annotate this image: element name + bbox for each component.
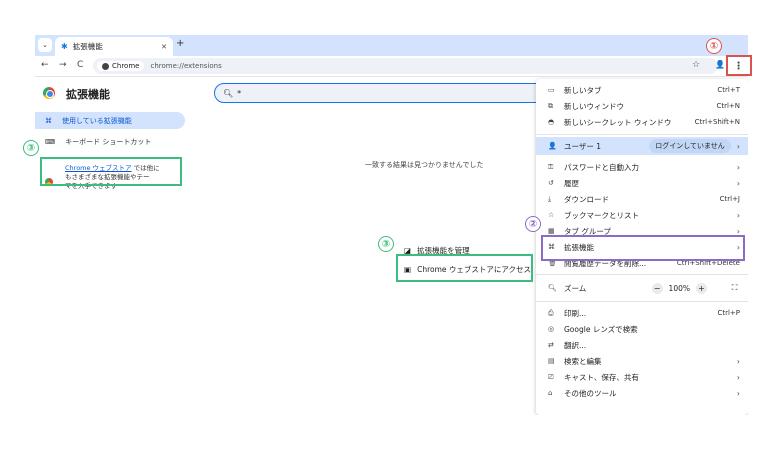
sidebar-item-shortcuts[interactable]: ⌨ キーボード ショートカット (45, 137, 151, 147)
tab-strip: ⌄ ✱ 拡張機能 ✕ + (35, 35, 748, 56)
key-icon: ⚿ (548, 162, 554, 171)
chevron-right-icon: › (736, 141, 740, 151)
annotation-number-2: ② (525, 216, 541, 232)
chevron-right-icon: › (736, 372, 740, 382)
new-tab-button[interactable]: + (176, 38, 184, 49)
toolbox-icon: ⌂ (548, 389, 553, 397)
chrome-icon (102, 62, 109, 70)
lens-icon: ◎ (548, 325, 555, 333)
menu-item-zoom: 🔍︎ ズーム − 100% + ⛶ (536, 279, 748, 297)
search-value: * (237, 88, 242, 98)
menu-item-user[interactable]: 👤 ユーザー 1 ログインしていません › (536, 137, 748, 155)
chevron-right-icon: › (736, 210, 740, 220)
sidebar-item-label: キーボード ショートカット (65, 138, 152, 146)
search-icon: 🔍︎ (223, 88, 234, 98)
sidebar-item-label: 使用している拡張機能 (62, 116, 132, 125)
chevron-right-icon: › (736, 356, 740, 366)
profile-icon[interactable]: 👤 (715, 60, 725, 69)
puzzle-icon: ⌘ (45, 116, 52, 125)
menu-item-history[interactable]: ↺ 履歴 › (536, 175, 748, 191)
annotation-number-3b: ③ (378, 236, 394, 252)
find-icon: ▤ (548, 357, 555, 365)
zoom-icon: 🔍︎ (548, 284, 557, 292)
menu-item-lens[interactable]: ◎ Google レンズで検索 (536, 321, 748, 337)
zoom-value: 100% (668, 283, 690, 293)
history-icon: ↺ (548, 179, 554, 187)
new-window-icon: ⧉ (548, 101, 553, 110)
star-icon: ☆ (548, 211, 555, 219)
menu-item-incognito[interactable]: ◓ 新しいシークレット ウィンドウ Ctrl+Shift+N (536, 114, 748, 130)
translate-icon: ⇄ (548, 341, 554, 349)
toolbar: ← → C Chrome chrome://extensions ☆ 👤 ⋮ (35, 56, 748, 77)
menu-item-cast[interactable]: ⎚ キャスト、保存、共有 › (536, 369, 748, 385)
annotation-number-3a: ③ (23, 140, 39, 156)
annotation-box-webstore-item (396, 254, 533, 282)
menu-divider (536, 274, 748, 275)
menu-item-find-edit[interactable]: ▤ 検索と編集 › (536, 353, 748, 369)
chevron-right-icon: › (736, 178, 740, 188)
annotation-box-extensions (541, 235, 745, 261)
sidebar-item-my-extensions[interactable]: ⌘ 使用している拡張機能 (35, 112, 185, 129)
menu-item-new-tab[interactable]: ▭ 新しいタブ Ctrl+T (536, 82, 748, 98)
menu-divider (536, 134, 748, 135)
back-icon[interactable]: ← (41, 60, 49, 70)
chevron-right-icon: › (736, 162, 740, 172)
page-title: 拡張機能 (66, 88, 110, 101)
fullscreen-icon[interactable]: ⛶ (729, 282, 740, 294)
url-text: chrome://extensions (150, 62, 222, 70)
extensions-logo (43, 87, 55, 99)
close-icon[interactable]: ✕ (161, 43, 167, 51)
reload-icon[interactable]: C (77, 60, 83, 70)
no-match-message: 一致する結果は見つかりませんでした (365, 161, 484, 169)
annotation-box-kebab (726, 55, 752, 76)
tab-title: 拡張機能 (72, 42, 103, 51)
zoom-out-button[interactable]: − (651, 282, 663, 294)
menu-item-bookmarks[interactable]: ☆ ブックマークとリスト › (536, 207, 748, 223)
menu-item-passwords[interactable]: ⚿ パスワードと自動入力 › (536, 159, 748, 175)
download-icon: ⤓ (548, 194, 552, 203)
address-bar[interactable]: Chrome chrome://extensions (93, 58, 718, 74)
site-info-chip[interactable]: Chrome (97, 61, 145, 71)
tab-search-button[interactable]: ⌄ (38, 38, 52, 52)
bookmark-star-icon[interactable]: ☆ (692, 60, 700, 70)
annotation-box-webstore-promo (40, 157, 182, 186)
menu-item-translate[interactable]: ⇄ 翻訳... (536, 337, 748, 353)
chevron-right-icon: › (736, 388, 740, 398)
menu-item-more-tools[interactable]: ⌂ その他のツール › (536, 385, 748, 401)
new-tab-icon: ▭ (548, 86, 555, 94)
puzzle-icon: ✱ (61, 42, 68, 51)
zoom-in-button[interactable]: + (696, 282, 707, 294)
menu-item-print[interactable]: ⎙ 印刷... Ctrl+P (536, 305, 748, 321)
zoom-control: − 100% + ⛶ (651, 282, 740, 294)
menu-item-new-window[interactable]: ⧉ 新しいウィンドウ Ctrl+N (536, 98, 748, 114)
cast-icon: ⎚ (548, 372, 554, 381)
incognito-icon: ◓ (548, 118, 555, 126)
keyboard-icon: ⌨ (45, 138, 56, 146)
tab-groups-icon: ▦ (548, 227, 555, 235)
printer-icon: ⎙ (548, 308, 554, 317)
menu-divider (536, 301, 748, 302)
tab-extensions[interactable]: ✱ 拡張機能 ✕ (55, 37, 173, 56)
menu-item-downloads[interactable]: ⤓ ダウンロード Ctrl+J (536, 191, 748, 207)
annotation-number-1: ① (706, 38, 722, 54)
person-icon: 👤 (548, 142, 557, 150)
forward-icon[interactable]: → (59, 60, 67, 70)
browser-window: ⌄ ✱ 拡張機能 ✕ + ← → C Chrome chrome://exten… (35, 35, 748, 415)
chip-label: Chrome (112, 62, 140, 70)
